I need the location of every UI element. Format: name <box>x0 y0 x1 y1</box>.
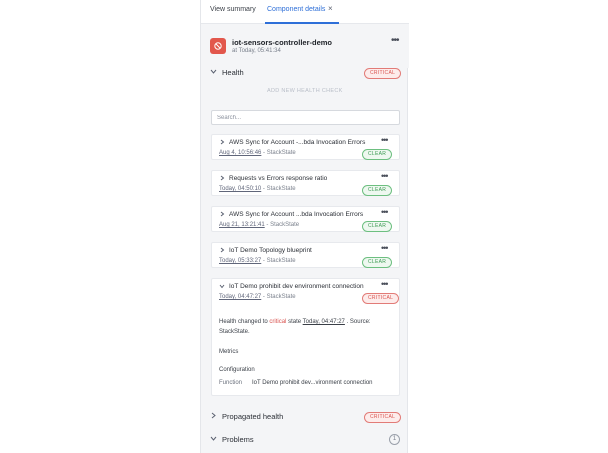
configuration-heading: Configuration <box>219 367 255 373</box>
tab-view-summary[interactable]: View summary <box>210 6 256 13</box>
tab-component-details[interactable]: Component details <box>267 6 325 13</box>
add-health-check-button[interactable]: ADD NEW HEALTH CHECK <box>267 88 343 94</box>
critical-state-text: critical <box>269 319 287 325</box>
health-check-timestamp[interactable]: Aug 21, 13:21:41 <box>219 222 265 228</box>
problems-title: Problems <box>222 435 254 444</box>
health-check-card[interactable]: AWS Sync for Account -...bda Invocation … <box>211 134 400 160</box>
health-check-card-expanded[interactable]: IoT Demo prohibit dev environment connec… <box>211 278 400 396</box>
chevron-down-icon <box>210 435 217 444</box>
more-options-icon[interactable]: ••• <box>391 35 399 46</box>
problems-count-badge: 1 <box>389 434 400 445</box>
health-check-timestamp[interactable]: Today, 04:47:27 <box>219 294 261 300</box>
chevron-down-icon[interactable] <box>219 283 225 291</box>
health-check-card[interactable]: Requests vs Errors response ratio ••• To… <box>211 170 400 196</box>
component-timestamp: at Today, 05:41:34 <box>232 48 281 54</box>
status-badge: CLEAR <box>362 149 393 160</box>
health-check-title: Requests vs Errors response ratio <box>229 175 328 182</box>
metrics-heading: Metrics <box>219 349 239 355</box>
search-input[interactable] <box>211 110 400 125</box>
health-change-timestamp[interactable]: Today, 04:47:27 <box>303 319 345 325</box>
health-change-description: Health changed to critical state Today, … <box>219 319 371 325</box>
health-title: Health <box>222 68 244 77</box>
status-badge: CLEAR <box>362 221 393 232</box>
health-check-title: AWS Sync for Account ...bda Invocation E… <box>229 211 364 218</box>
more-options-icon[interactable]: ••• <box>381 279 389 289</box>
close-icon[interactable]: × <box>328 5 333 13</box>
health-check-title: IoT Demo prohibit dev environment connec… <box>229 283 364 290</box>
health-check-source: StackState <box>266 258 296 264</box>
health-check-timestamp[interactable]: Today, 04:50:10 <box>219 186 261 192</box>
status-badge: CLEAR <box>362 185 393 196</box>
chevron-right-icon[interactable] <box>219 175 225 183</box>
status-badge: CLEAR <box>362 257 393 268</box>
health-check-title: IoT Demo Topology blueprint <box>229 247 312 254</box>
component-header: iot-sensors-controller-demo at Today, 05… <box>201 24 409 68</box>
chevron-right-icon[interactable] <box>219 211 225 219</box>
health-check-source: StackState <box>266 150 296 156</box>
health-status-badge: CRITICAL <box>364 68 402 79</box>
health-check-card[interactable]: IoT Demo Topology blueprint ••• Today, 0… <box>211 242 400 268</box>
problems-section-header[interactable]: Problems 1 <box>201 431 409 449</box>
function-value: IoT Demo prohibit dev...vironment connec… <box>252 380 373 386</box>
health-check-source: StackState <box>270 222 300 228</box>
propagated-health-section-header[interactable]: Propagated health CRITICAL <box>201 408 409 426</box>
more-options-icon[interactable]: ••• <box>381 207 389 217</box>
tab-bar: View summary Component details × <box>201 0 409 24</box>
health-check-meta: Aug 4, 10:56:46 - StackState <box>219 150 296 156</box>
health-check-source: StackState <box>266 186 296 192</box>
health-check-source: StackState <box>266 294 296 300</box>
more-options-icon[interactable]: ••• <box>381 243 389 253</box>
propagated-health-badge: CRITICAL <box>364 412 402 423</box>
chevron-right-icon <box>210 412 217 421</box>
source-label: . Source: <box>346 319 371 325</box>
health-check-meta: Today, 05:33:27 - StackState <box>219 258 296 264</box>
propagated-health-title: Propagated health <box>222 412 284 421</box>
health-check-meta: Today, 04:47:27 - StackState <box>219 294 296 300</box>
chevron-down-icon <box>210 68 217 77</box>
health-section-header[interactable]: Health CRITICAL <box>201 64 409 82</box>
health-check-timestamp[interactable]: Aug 4, 10:56:46 <box>219 150 261 156</box>
health-check-timestamp[interactable]: Today, 05:33:27 <box>219 258 261 264</box>
health-check-meta: Aug 21, 13:21:41 - StackState <box>219 222 300 228</box>
status-badge: CRITICAL <box>362 293 400 304</box>
health-check-card[interactable]: AWS Sync for Account ...bda Invocation E… <box>211 206 400 232</box>
health-check-meta: Today, 04:50:10 - StackState <box>219 186 296 192</box>
chevron-right-icon[interactable] <box>219 247 225 255</box>
more-options-icon[interactable]: ••• <box>381 135 389 145</box>
health-check-title: AWS Sync for Account -...bda Invocation … <box>229 139 366 146</box>
prohibit-icon <box>214 42 222 50</box>
component-type-icon <box>210 38 226 54</box>
health-change-source: StackState. <box>219 329 250 335</box>
function-label: Function <box>219 380 243 386</box>
component-details-panel: View summary Component details × iot-sen… <box>200 0 409 453</box>
component-name: iot-sensors-controller-demo <box>232 38 333 47</box>
chevron-right-icon[interactable] <box>219 139 225 147</box>
state-text: state <box>288 319 302 325</box>
health-change-text: Health changed to <box>219 319 268 325</box>
more-options-icon[interactable]: ••• <box>381 171 389 181</box>
